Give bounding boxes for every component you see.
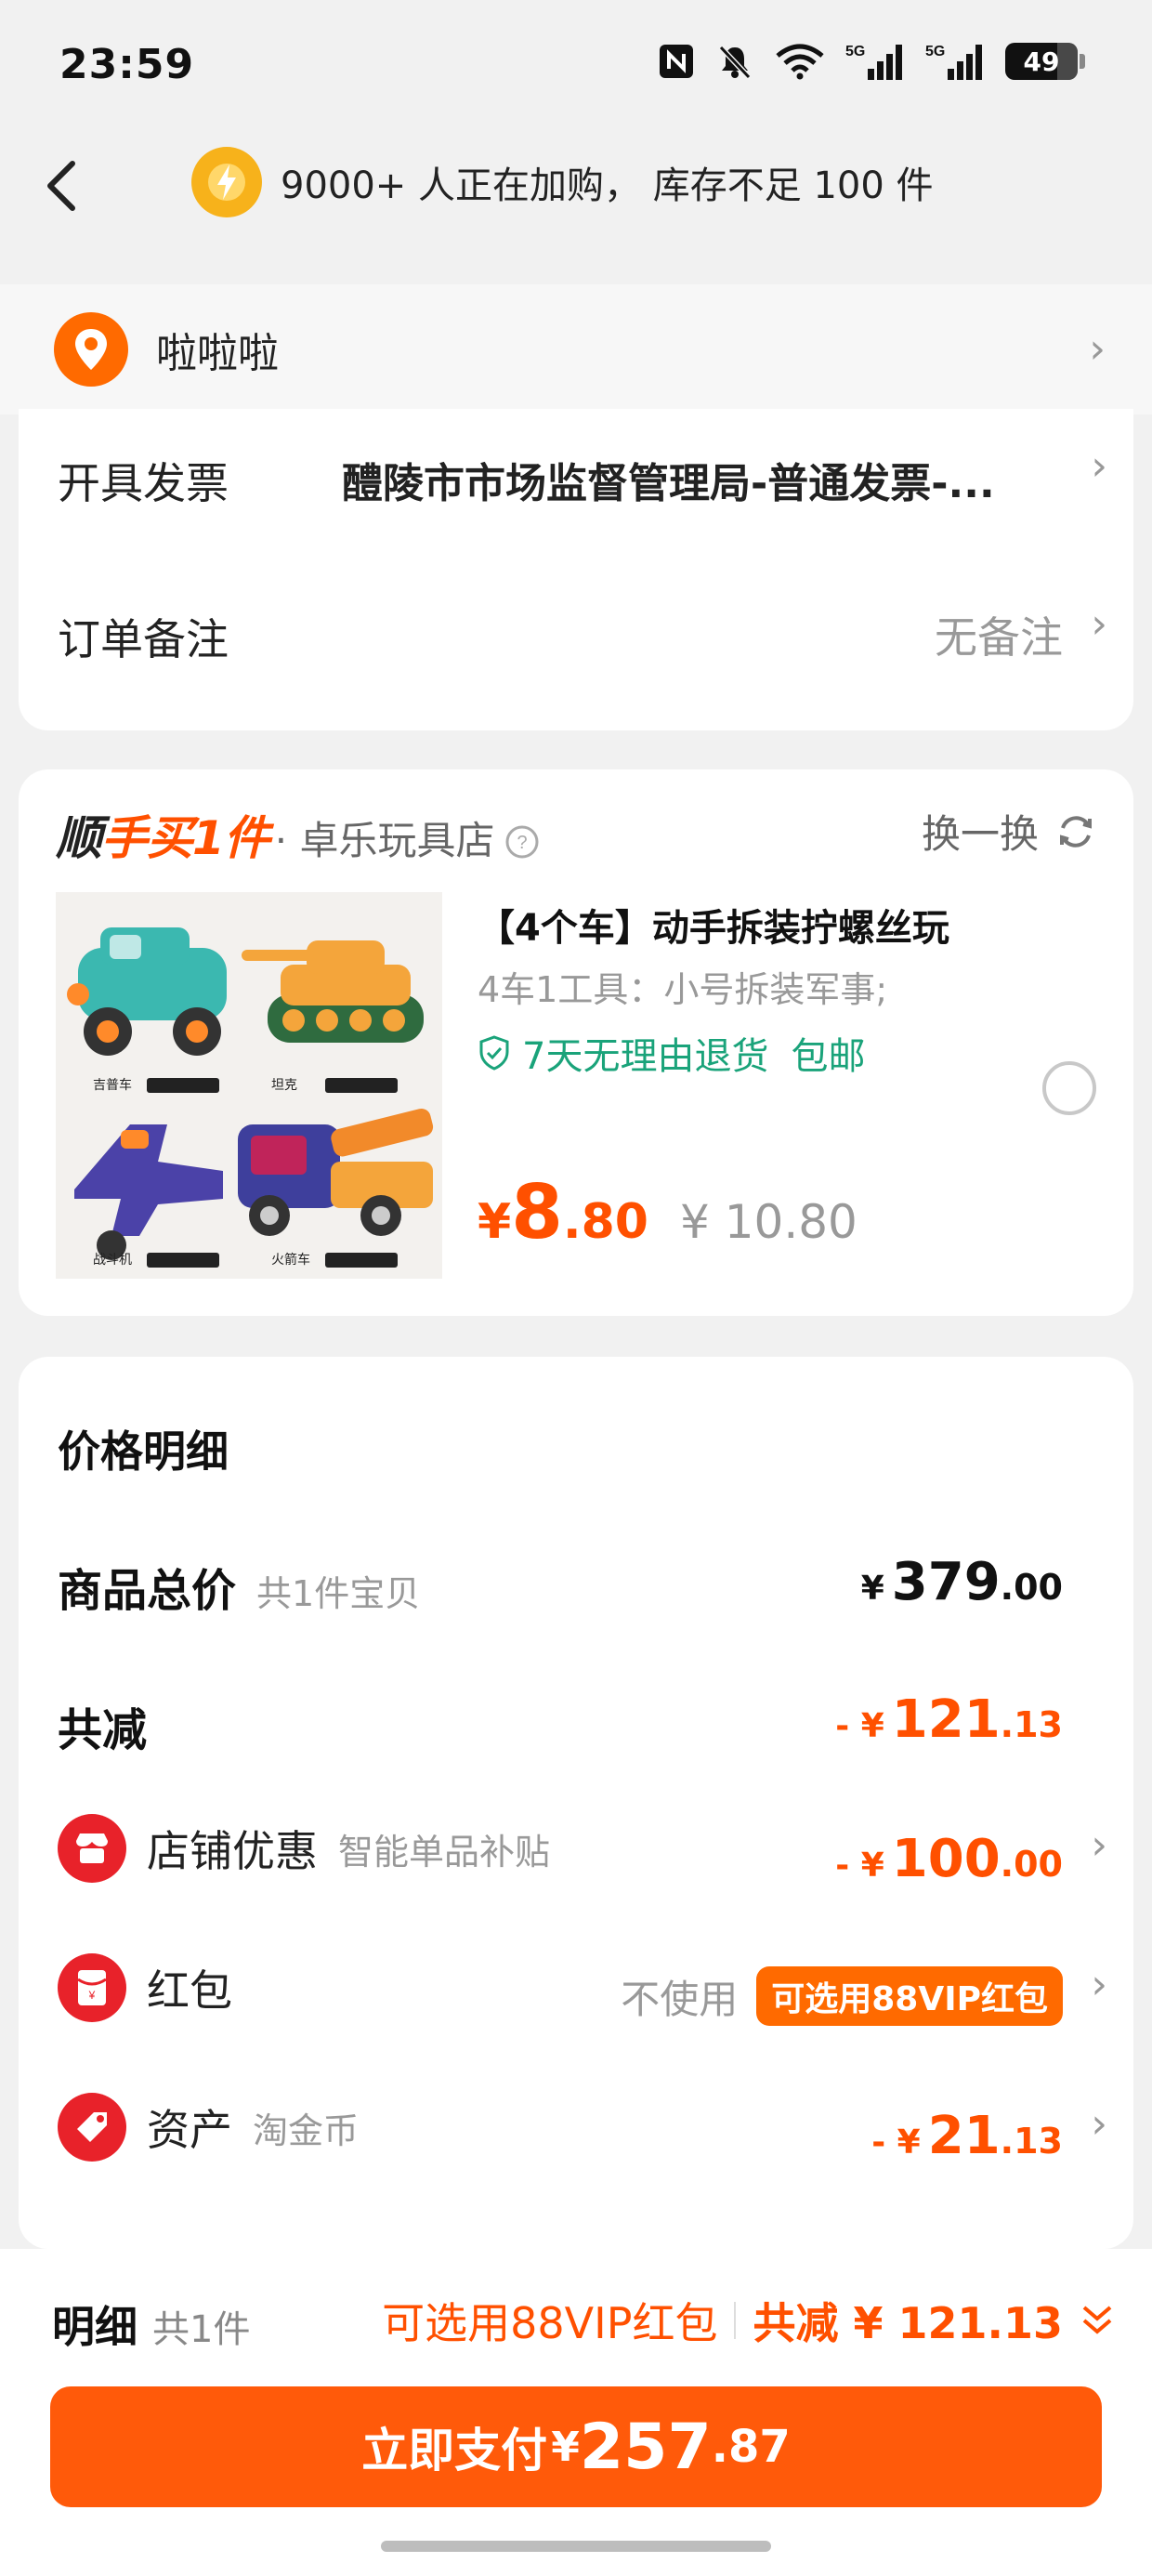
signal-5g-icon-1: 5G	[845, 44, 902, 80]
remark-value[interactable]: 无备注	[935, 604, 1063, 665]
divider	[734, 2302, 737, 2339]
nfc-icon	[660, 45, 693, 78]
battery-indicator: 49	[1005, 43, 1085, 80]
address-bar[interactable]: 啦啦啦 ›	[0, 284, 1152, 414]
reduce-label: 共减	[58, 1704, 148, 1756]
detail-toggle[interactable]: 明细 共1件	[52, 2293, 250, 2355]
pay-now-button[interactable]: 立即支付 ¥ 257 .87	[50, 2386, 1102, 2507]
vip-hint: 可选用88VIP红包	[382, 2298, 718, 2348]
price-decimal: .80	[562, 1194, 648, 1250]
refresh-icon	[1060, 815, 1092, 848]
signal-5g-icon-2: 5G	[925, 44, 982, 80]
chevron-left-icon	[47, 161, 75, 211]
status-time: 23:59	[59, 41, 195, 88]
redpacket-value[interactable]: 不使用 可选用88VIP红包	[621, 1966, 1063, 2026]
svg-text:吉普车: 吉普车	[93, 1077, 132, 1093]
status-icons: 5G 5G 49	[658, 41, 1085, 82]
invoice-value[interactable]: 醴陵市市场监督管理局-普通发票-...	[342, 450, 995, 509]
status-bar: 23:59 5G 5G 49	[0, 0, 1152, 130]
total-amount: ¥ 379 .00	[860, 1552, 1063, 1612]
total-sub: 共1件宝贝	[256, 1573, 421, 1614]
pay-integer: 257	[579, 2410, 712, 2484]
svg-text:¥: ¥	[88, 1989, 96, 2002]
reduce-summary: 共减 ¥ 121.13	[753, 2298, 1063, 2348]
free-shipping: 包邮	[791, 1035, 866, 1078]
chevron-right-icon: ›	[1091, 2100, 1107, 2148]
total-label: 商品总价	[58, 1565, 237, 1617]
asset-amount: - ¥ 21 .13	[871, 2106, 1063, 2166]
asset-sub: 淘金币	[253, 2109, 360, 2151]
shop-discount-row[interactable]: 店铺优惠 智能单品补贴	[58, 1814, 550, 1883]
addon-brand-logo: 顺手买1件	[56, 811, 270, 865]
chevron-right-icon: ›	[1091, 1821, 1107, 1869]
chevron-right-icon: ›	[1091, 600, 1107, 648]
service-tags: 7天无理由退货 包邮	[478, 1026, 865, 1080]
vip-redpacket-badge[interactable]: 可选用88VIP红包	[756, 1966, 1063, 2026]
invoice-label: 开具发票	[58, 458, 229, 508]
product-image[interactable]: 吉普车 坦克 战斗机 火箭车	[56, 892, 442, 1279]
addon-product-card: 顺手买1件 · 卓乐玩具店 ? 换一换 吉普车 坦克 战斗机 火箭车 【4个车】…	[19, 769, 1133, 1316]
swap-button[interactable]: 换一换	[922, 803, 1096, 860]
remark-label: 订单备注	[58, 614, 229, 664]
chevron-right-icon: ›	[1091, 1961, 1107, 2008]
original-price: ¥ 10.80	[679, 1195, 857, 1249]
addon-select-radio[interactable]	[1042, 1061, 1096, 1115]
redpacket-row[interactable]: ¥ 红包	[58, 1953, 232, 2022]
addon-header: 顺手买1件 · 卓乐玩具店 ?	[56, 801, 540, 868]
location-pin-icon	[54, 312, 128, 387]
svg-text:坦克: 坦克	[271, 1078, 297, 1093]
asset-label: 资产	[147, 2105, 232, 2155]
reduce-amount: - ¥ 121 .13	[835, 1689, 1063, 1750]
shop-icon	[58, 1814, 126, 1883]
return-policy: 7天无理由退货	[522, 1035, 769, 1078]
svg-text:战斗机: 战斗机	[93, 1253, 132, 1268]
pay-symbol: ¥	[551, 2423, 580, 2471]
mute-bell-icon	[718, 45, 752, 80]
product-title[interactable]: 【4个车】动手拆装拧螺丝玩	[478, 898, 949, 952]
stock-notice: 9000+ 人正在加购， 库存不足 100 件	[191, 147, 934, 217]
svg-text:5G: 5G	[845, 44, 865, 59]
product-spec[interactable]: 4车1工具：小号拆装军事;	[478, 961, 887, 1012]
svg-text:?: ?	[517, 833, 527, 853]
stock-notice-text: 9000+ 人正在加购， 库存不足 100 件	[281, 164, 934, 207]
asset-row[interactable]: 资产 淘金币	[58, 2093, 359, 2162]
redpacket-label: 红包	[147, 1965, 232, 2016]
pay-decimal: .87	[711, 2421, 791, 2473]
price-detail-card: 价格明细 商品总价 共1件宝贝 ¥ 379 .00 共减 - ¥ 121 .13…	[19, 1357, 1133, 2249]
price-detail-title: 价格明细	[58, 1426, 229, 1477]
redpacket-status: 不使用	[621, 1976, 739, 2022]
discount-summary[interactable]: 可选用88VIP红包 共减 ¥ 121.13	[382, 2290, 1115, 2351]
address-name: 啦啦啦	[156, 330, 279, 377]
price-symbol: ¥	[478, 1194, 512, 1250]
wifi-icon	[776, 44, 824, 80]
back-button[interactable]	[41, 156, 82, 216]
swap-label: 换一换	[921, 811, 1039, 857]
shop-discount-label: 店铺优惠	[147, 1826, 318, 1876]
remark-row[interactable]: 订单备注	[58, 606, 229, 667]
home-indicator[interactable]	[381, 2541, 771, 2552]
addon-price: ¥ 8 .80 ¥ 10.80	[478, 1169, 857, 1255]
price-integer: 8	[511, 1169, 563, 1255]
help-icon[interactable]: ?	[504, 824, 540, 860]
detail-count: 共1件	[152, 2308, 251, 2351]
svg-text:火箭车: 火箭车	[271, 1252, 310, 1268]
invoice-row[interactable]: 开具发票	[58, 450, 229, 511]
detail-label: 明细	[52, 2302, 137, 2352]
coin-tag-icon	[58, 2093, 126, 2162]
shop-name[interactable]: · 卓乐玩具店	[275, 809, 495, 866]
double-chevron-down-icon	[1082, 2306, 1112, 2334]
battery-level: 49	[1023, 46, 1060, 77]
svg-text:5G: 5G	[925, 44, 945, 59]
shop-discount-amount: - ¥ 100 .00	[835, 1829, 1063, 1889]
red-packet-icon: ¥	[58, 1953, 126, 2022]
chevron-right-icon: ›	[1089, 325, 1106, 373]
total-row: 商品总价 共1件宝贝	[58, 1554, 420, 1619]
shield-check-icon	[479, 1035, 509, 1071]
chevron-right-icon: ›	[1091, 442, 1107, 490]
order-options-card: 开具发票 醴陵市市场监督管理局-普通发票-... › 订单备注 无备注 ›	[19, 409, 1133, 730]
bolt-icon	[191, 147, 262, 217]
pay-label: 立即支付	[361, 2424, 548, 2477]
shop-discount-sub: 智能单品补贴	[338, 1831, 551, 1873]
